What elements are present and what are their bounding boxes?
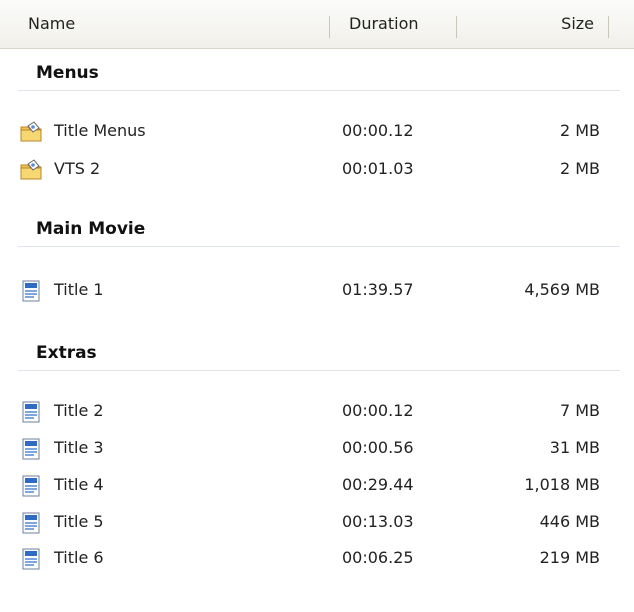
item-duration: 00:29.44	[342, 475, 414, 494]
item-name: Title 2	[54, 401, 104, 420]
item-size: 446 MB	[539, 512, 600, 531]
video-file-icon	[19, 400, 43, 424]
item-duration: 01:39.57	[342, 280, 414, 299]
column-header-name[interactable]: Name	[28, 0, 75, 48]
item-name: Title 4	[54, 475, 104, 494]
video-file-icon	[19, 547, 43, 571]
item-size: 31 MB	[549, 438, 600, 457]
video-file-icon	[19, 437, 43, 461]
item-name: Title Menus	[54, 121, 146, 140]
group-divider	[18, 246, 620, 247]
column-header-size[interactable]: Size	[561, 0, 594, 48]
item-name: VTS 2	[54, 159, 101, 178]
item-duration: 00:00.56	[342, 438, 414, 457]
column-separator[interactable]	[456, 16, 457, 38]
item-size: 1,018 MB	[524, 475, 600, 494]
column-separator[interactable]	[329, 16, 330, 38]
item-duration: 00:00.12	[342, 121, 414, 140]
group-header-main-movie: Main Movie	[36, 219, 146, 239]
item-size: 2 MB	[559, 159, 600, 178]
item-size: 219 MB	[539, 548, 600, 567]
item-duration: 00:06.25	[342, 548, 414, 567]
list-item[interactable]: VTS 2 00:01.03 2 MB	[0, 156, 634, 182]
column-separator[interactable]	[608, 16, 609, 38]
item-duration: 00:01.03	[342, 159, 414, 178]
list-item[interactable]: Title 1 01:39.57 4,569 MB	[0, 277, 634, 303]
video-file-icon	[19, 279, 43, 303]
column-header-duration[interactable]: Duration	[349, 0, 419, 48]
item-duration: 00:13.03	[342, 512, 414, 531]
item-name: Title 3	[54, 438, 104, 457]
video-file-icon	[19, 474, 43, 498]
group-header-extras: Extras	[36, 343, 97, 363]
item-name: Title 5	[54, 512, 104, 531]
group-divider	[18, 90, 620, 91]
item-name: Title 6	[54, 548, 104, 567]
list-item[interactable]: Title 3 00:00.56 31 MB	[0, 435, 634, 461]
item-size: 4,569 MB	[524, 280, 600, 299]
item-size: 7 MB	[559, 401, 600, 420]
list-item[interactable]: Title Menus 00:00.12 2 MB	[0, 118, 634, 144]
folder-icon	[19, 158, 43, 182]
folder-icon	[19, 120, 43, 144]
item-size: 2 MB	[559, 121, 600, 140]
list-item[interactable]: Title 6 00:06.25 219 MB	[0, 545, 634, 571]
column-header: Name Duration Size	[0, 0, 634, 49]
list-item[interactable]: Title 5 00:13.03 446 MB	[0, 509, 634, 535]
list-item[interactable]: Title 2 00:00.12 7 MB	[0, 398, 634, 424]
group-header-menus: Menus	[36, 63, 99, 83]
video-file-icon	[19, 511, 43, 535]
list-item[interactable]: Title 4 00:29.44 1,018 MB	[0, 472, 634, 498]
item-name: Title 1	[54, 280, 104, 299]
group-divider	[18, 370, 620, 371]
item-duration: 00:00.12	[342, 401, 414, 420]
